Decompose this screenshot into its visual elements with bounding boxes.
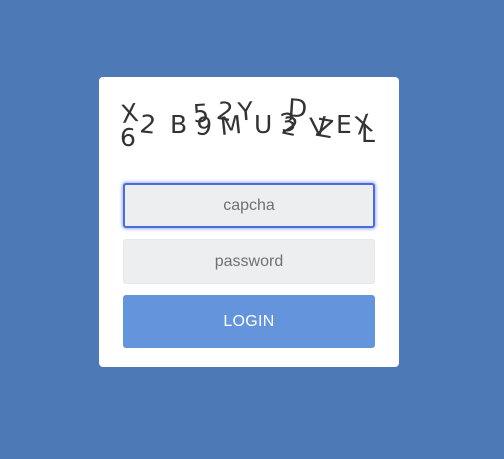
captcha-char: Y xyxy=(236,96,255,127)
page-background: X 6 2 B 5 9 M 2 Y U D 3 2 V Z E X L LOGI… xyxy=(0,0,504,459)
password-input[interactable] xyxy=(123,239,375,284)
captcha-char: E xyxy=(336,110,352,139)
captcha-char: 6 xyxy=(120,123,136,152)
captcha-char: L xyxy=(361,119,375,148)
login-card: X 6 2 B 5 9 M 2 Y U D 3 2 V Z E X L LOGI… xyxy=(99,77,399,367)
captcha-input[interactable] xyxy=(123,183,375,228)
captcha-char: 9 xyxy=(194,111,214,142)
captcha-char: 2 xyxy=(138,109,158,140)
captcha-char: U xyxy=(254,110,273,139)
captcha-char: Z xyxy=(313,112,336,145)
captcha-image: X 6 2 B 5 9 M 2 Y U D 3 2 V Z E X L xyxy=(99,77,399,157)
captcha-char: 2 xyxy=(279,110,301,143)
captcha-char: B xyxy=(170,110,188,139)
login-button[interactable]: LOGIN xyxy=(123,295,375,348)
